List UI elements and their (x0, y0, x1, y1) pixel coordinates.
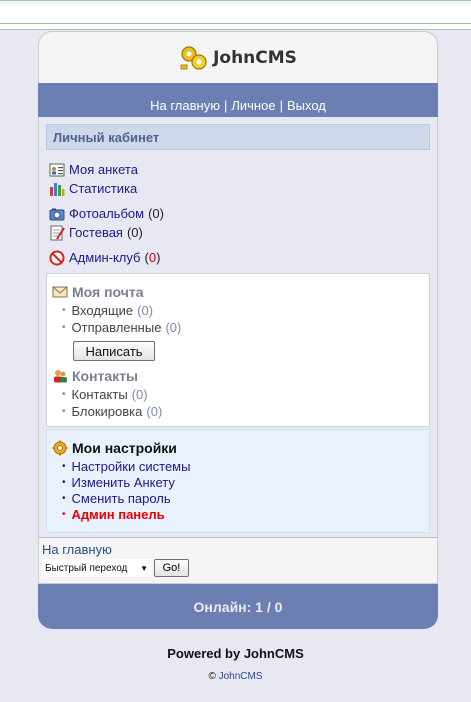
go-button[interactable]: Go! (154, 559, 189, 577)
copyright-link[interactable]: JohnCMS (219, 671, 263, 682)
settings-title: Мои настройки (72, 440, 177, 456)
list-item: Настройки системы (62, 458, 424, 474)
sent-link[interactable]: Отправленные (72, 320, 162, 335)
online-counter: Онлайн: 1 / 0 (193, 598, 283, 615)
profile-card-icon (49, 163, 65, 176)
powered-by: Powered by JohnCMS (167, 646, 304, 661)
top-nav: На главную | Личное | Выход (38, 83, 438, 117)
inbox-count: (0) (137, 303, 154, 318)
mail-section-header: Моя почта (52, 282, 424, 302)
settings-section-header: Мои настройки (52, 438, 424, 458)
change-password-link[interactable]: Сменить пароль (72, 491, 171, 506)
quick-jump: Быстрый переход ▼ Go! (42, 559, 434, 577)
menu-item-guestbook: Гостевая (0) (49, 223, 427, 242)
footer-home-link[interactable]: На главную (42, 542, 112, 557)
site-logo[interactable]: JohnCMS (179, 44, 297, 72)
list-item: Отправленные(0) (62, 319, 424, 336)
admin-club-link[interactable]: Админ-клуб (69, 250, 140, 265)
photoalbum-link[interactable]: Фотоальбом (69, 206, 144, 221)
blocked-link[interactable]: Блокировка (72, 404, 143, 419)
list-item: Контакты(0) (62, 386, 424, 403)
bar-chart-icon (50, 182, 65, 196)
list-item: Изменить Анкету (62, 474, 424, 490)
mail-contacts-panel: Моя почта Входящие(0) Отправленные(0) На… (46, 273, 430, 427)
no-entry-icon (49, 250, 65, 265)
contacts-title: Контакты (72, 368, 139, 384)
contacts-icon (54, 370, 67, 383)
system-settings-link[interactable]: Настройки системы (72, 459, 191, 474)
notepad-icon (50, 225, 65, 240)
my-profile-link[interactable]: Моя анкета (69, 162, 138, 177)
admin-panel-link[interactable]: Админ панель (72, 507, 165, 522)
contacts-count: (0) (131, 387, 148, 402)
settings-links: Настройки системы Изменить Анкету Сменит… (52, 458, 424, 522)
contacts-section-header: Контакты (52, 366, 424, 386)
quick-jump-value: Быстрый переход (45, 562, 128, 574)
photoalbum-count: (0) (148, 206, 164, 221)
chevron-down-icon: ▼ (140, 563, 148, 573)
list-item: Админ панель (62, 506, 424, 522)
list-item: Блокировка(0) (62, 403, 424, 420)
cabinet-title: Личный кабинет (46, 124, 430, 150)
menu-item-photoalbum: Фотоальбом (0) (49, 204, 427, 223)
menu-item-admin-club: Админ-клуб (0) (49, 248, 427, 267)
settings-panel: Мои настройки Настройки системы Изменить… (46, 429, 430, 533)
browser-top-strip (0, 0, 471, 30)
main-content: Личный кабинет Моя анкета Статистика Фот… (38, 117, 438, 537)
sent-count: (0) (165, 320, 182, 335)
nav-logout-link[interactable]: Выход (287, 98, 326, 113)
write-button[interactable]: Написать (73, 341, 155, 361)
edit-profile-link[interactable]: Изменить Анкету (72, 475, 175, 490)
online-bar: Онлайн: 1 / 0 (38, 584, 438, 629)
nav-separator: | (279, 98, 283, 113)
envelope-icon (52, 286, 68, 298)
nav-separator: | (223, 98, 228, 113)
statistics-link[interactable]: Статистика (69, 181, 137, 196)
guestbook-count: (0) (126, 225, 143, 240)
quick-jump-select[interactable]: Быстрый переход ▼ (42, 559, 152, 577)
list-item: Сменить пароль (62, 490, 424, 506)
contacts-list: Контакты(0) Блокировка(0) (52, 386, 424, 420)
camera-icon (49, 208, 65, 220)
contacts-link[interactable]: Контакты (72, 387, 128, 402)
gears-icon (180, 45, 207, 70)
admin-club-count: (0) (144, 250, 161, 265)
copyright: © JohnCMS (0, 671, 471, 682)
nav-personal-link[interactable]: Личное (231, 98, 275, 113)
mail-title: Моя почта (72, 284, 144, 300)
nav-home-link[interactable]: На главную (150, 98, 220, 113)
menu-item-statistics: Статистика (49, 179, 427, 198)
page-container: JohnCMS На главную | Личное | Выход Личн… (38, 31, 438, 629)
list-item: Входящие(0) (62, 302, 424, 319)
cabinet-menu: Моя анкета Статистика Фотоальбом (0) Гос… (46, 150, 430, 273)
inbox-link[interactable]: Входящие (72, 303, 134, 318)
footer-nav: На главную Быстрый переход ▼ Go! (38, 537, 438, 584)
copyright-symbol: © (208, 671, 216, 682)
gear-icon (52, 440, 68, 456)
menu-item-profile: Моя анкета (49, 160, 427, 179)
mail-list: Входящие(0) Отправленные(0) (52, 302, 424, 336)
logo-text: JohnCMS (213, 47, 297, 68)
blocked-count: (0) (146, 404, 163, 419)
guestbook-link[interactable]: Гостевая (69, 225, 123, 240)
site-header: JohnCMS (38, 31, 438, 83)
